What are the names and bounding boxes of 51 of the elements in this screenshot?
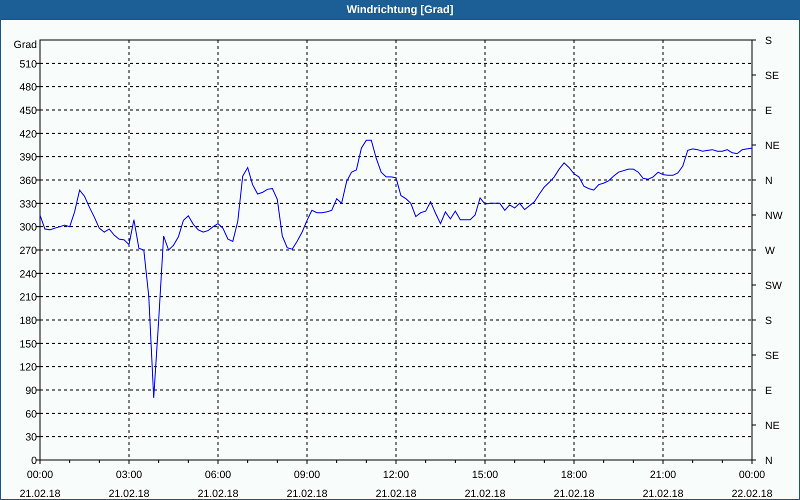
compass-axis-label: N [765, 175, 773, 187]
compass-axis-label: NW [765, 210, 782, 222]
compass-axis-label: SE [765, 70, 780, 82]
x-axis-label: 18:00 [560, 469, 588, 481]
date-label: 21.02.18 [286, 488, 328, 499]
y-axis-label: 30 [25, 432, 37, 444]
compass-axis-label: NE [765, 140, 780, 152]
y-axis-label: 90 [25, 385, 37, 397]
y-axis-title: Grad [14, 39, 37, 51]
y-axis-label: 240 [19, 268, 37, 280]
x-axis-label: 03:00 [116, 469, 142, 481]
compass-axis-label: S [765, 315, 772, 327]
y-axis-label: 210 [19, 292, 37, 304]
y-axis-label: 60 [25, 408, 37, 420]
date-label: 21.02.18 [376, 488, 416, 499]
compass-axis-label: NE [765, 420, 780, 432]
date-label: 22.02.18 [732, 488, 772, 499]
x-axis-label: 06:00 [204, 469, 232, 481]
y-axis-label: 0 [31, 455, 37, 467]
y-axis-label: 390 [19, 152, 37, 164]
y-axis-label: 510 [19, 58, 37, 70]
y-axis-label: 330 [19, 198, 37, 210]
date-label: 21.02.18 [198, 488, 238, 499]
x-axis-label: 00:00 [738, 469, 766, 481]
x-axis-label: 09:00 [294, 469, 320, 481]
window-title: Windrichtung [Grad] [346, 4, 454, 16]
compass-axis-label: W [765, 245, 775, 257]
y-axis-label: 480 [19, 82, 37, 94]
y-axis-label: 450 [19, 105, 37, 117]
compass-axis-label: S [765, 35, 772, 47]
x-axis-label: 21:00 [650, 469, 676, 481]
y-axis-label: 300 [19, 222, 37, 234]
date-label: 21.02.18 [554, 488, 594, 499]
date-label: 21.02.18 [642, 488, 684, 499]
x-axis-label: 15:00 [472, 469, 498, 481]
date-label: 21.02.18 [108, 488, 150, 499]
y-axis-label: 420 [19, 128, 37, 140]
date-label: 21.02.18 [464, 488, 506, 499]
compass-axis-label: E [765, 385, 772, 397]
y-axis-label: 180 [19, 315, 37, 327]
x-axis-label: 12:00 [382, 469, 410, 481]
compass-axis-label: SE [765, 350, 780, 362]
x-axis-label: 00:00 [26, 469, 54, 481]
y-axis-label: 120 [19, 362, 37, 374]
y-axis-label: 150 [19, 338, 37, 350]
date-label: 21.02.18 [20, 488, 60, 499]
y-axis-label: 270 [19, 245, 37, 257]
compass-axis-label: SW [765, 280, 782, 292]
y-axis-label: 360 [19, 175, 37, 187]
compass-axis-label: E [765, 105, 772, 117]
compass-axis-label: N [765, 455, 773, 467]
